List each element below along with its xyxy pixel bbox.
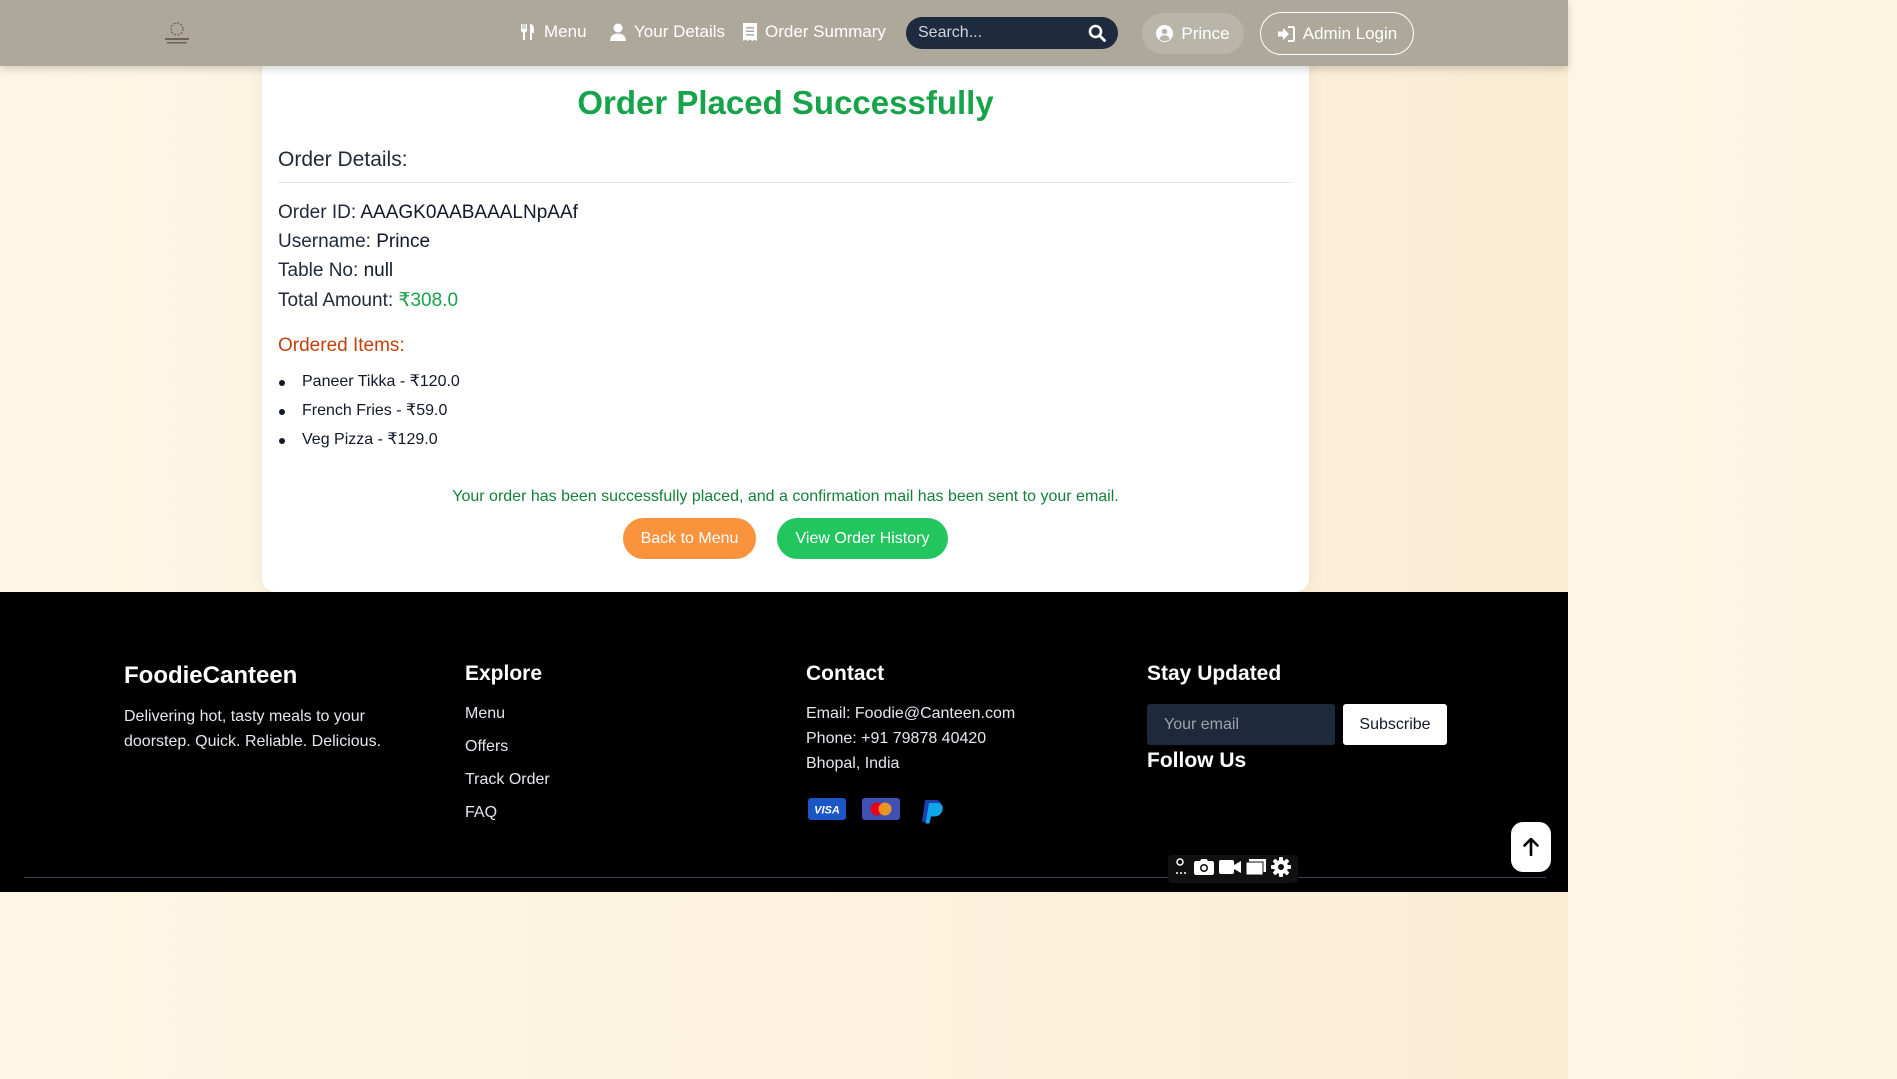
back-to-menu-button[interactable]: Back to Menu — [623, 518, 756, 559]
ordered-items-list: Paneer Tikka - ₹120.0 French Fries - ₹59… — [278, 370, 460, 457]
ordered-items-heading: Ordered Items: — [278, 335, 405, 356]
order-id-label: Order ID: — [278, 202, 357, 223]
user-circle-icon — [1156, 25, 1174, 42]
table-no-label: Table No: — [278, 260, 359, 281]
contact-location: Bhopal, India — [806, 755, 900, 772]
admin-login-label: Admin Login — [1302, 23, 1398, 43]
nav-order-summary-label: Order Summary — [765, 22, 886, 41]
receipt-icon — [743, 23, 757, 41]
subscribe-button[interactable]: Subscribe — [1343, 704, 1447, 745]
newsletter-email-input[interactable] — [1147, 704, 1335, 745]
nav-menu-link[interactable]: Menu — [520, 22, 587, 42]
total-amount-label: Total Amount: — [278, 290, 394, 311]
user-profile-button[interactable]: Prince — [1142, 13, 1244, 54]
nav-your-details-label: Your Details — [634, 22, 726, 41]
order-id-value: AAAGK0AABAAALNpAAf — [360, 202, 578, 223]
nav-order-summary-link[interactable]: Order Summary — [743, 22, 886, 42]
total-amount-value: ₹308.0 — [398, 290, 459, 311]
search-icon[interactable] — [1088, 24, 1106, 47]
list-item: Veg Pizza - ₹129.0 — [278, 428, 460, 457]
divider — [278, 182, 1293, 183]
camera-icon[interactable] — [1193, 858, 1214, 880]
nav-menu-label: Menu — [544, 22, 587, 41]
contact-email: Email: Foodie@Canteen.com — [806, 705, 1016, 722]
footer-divider — [24, 877, 1546, 878]
svg-text:VISA: VISA — [814, 805, 840, 817]
admin-login-button[interactable]: Admin Login — [1260, 12, 1414, 55]
sign-in-icon — [1277, 25, 1295, 42]
arrow-up-icon — [1523, 838, 1539, 856]
navbar: Menu Your Details Order Summary Search..… — [0, 0, 1568, 66]
username-label: Username: — [278, 231, 371, 252]
user-icon — [610, 23, 626, 41]
nav-your-details-link[interactable]: Your Details — [610, 22, 725, 42]
explore-links: Menu Offers Track Order FAQ — [465, 705, 550, 837]
contact-title: Contact — [806, 662, 885, 685]
footer-tagline: Delivering hot, tasty meals to your door… — [124, 708, 382, 750]
utensils-icon — [521, 24, 534, 40]
footer-link-track-order[interactable]: Track Order — [465, 771, 550, 804]
gear-icon[interactable] — [1271, 856, 1292, 882]
table-no-row: Table No: null — [278, 260, 393, 282]
footer-link-faq[interactable]: FAQ — [465, 804, 550, 837]
order-id-row: Order ID: AAAGK0AABAAALNpAAf — [278, 202, 578, 224]
footer-link-offers[interactable]: Offers — [465, 738, 550, 771]
canteen-logo[interactable] — [158, 18, 196, 48]
footer-brand: FoodieCanteen — [124, 662, 298, 689]
list-item: Paneer Tikka - ₹120.0 — [278, 370, 460, 399]
capture-toolbar — [1168, 855, 1298, 883]
video-icon[interactable] — [1218, 859, 1241, 879]
payment-methods: VISA — [808, 798, 966, 829]
page-title: Order Placed Successfully — [577, 84, 994, 121]
visa-icon: VISA — [808, 798, 846, 829]
paypal-icon — [916, 798, 950, 829]
explore-title: Explore — [465, 662, 543, 685]
footer: FoodieCanteen Delivering hot, tasty meal… — [0, 592, 1568, 892]
order-confirmation-card: Order Placed Successfully Order Details:… — [262, 40, 1309, 592]
contact-phone: Phone: +91 79878 40420 — [806, 730, 987, 747]
footer-link-menu[interactable]: Menu — [465, 705, 550, 738]
username-row: Username: Prince — [278, 231, 430, 253]
pin-icon[interactable] — [1175, 857, 1189, 881]
user-name-label: Prince — [1181, 23, 1230, 43]
list-item: French Fries - ₹59.0 — [278, 399, 460, 428]
table-no-value: null — [363, 260, 394, 281]
search-box — [906, 17, 1118, 49]
stay-updated-title: Stay Updated — [1147, 662, 1282, 685]
username-value: Prince — [376, 231, 431, 252]
confirmation-message: Your order has been successfully placed,… — [452, 488, 1119, 505]
window-icon[interactable] — [1245, 858, 1267, 880]
order-details-heading: Order Details: — [278, 148, 408, 171]
search-input[interactable] — [906, 24, 1076, 42]
total-amount-row: Total Amount: ₹308.0 — [278, 289, 458, 312]
scroll-to-top-button[interactable] — [1511, 822, 1551, 872]
view-order-history-button[interactable]: View Order History — [777, 518, 948, 559]
mastercard-icon — [862, 798, 900, 829]
follow-us-title: Follow Us — [1147, 749, 1247, 772]
